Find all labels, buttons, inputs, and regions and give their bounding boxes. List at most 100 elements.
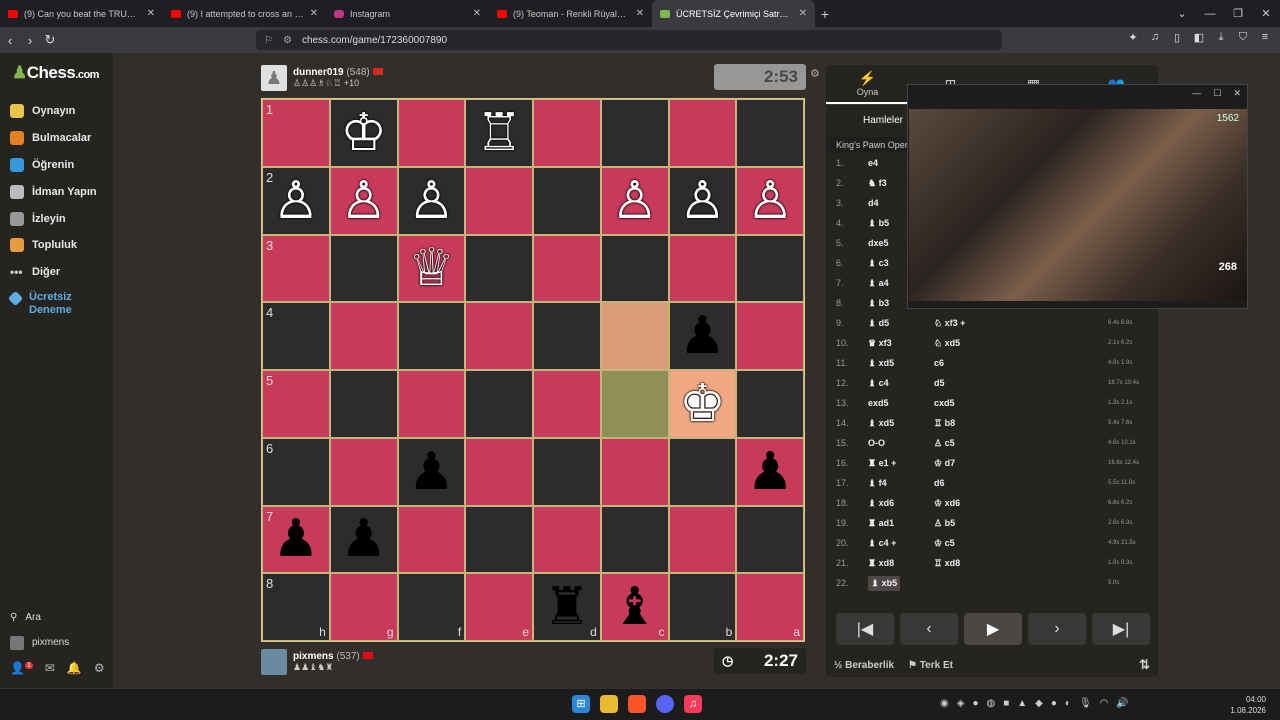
board-square[interactable]: 7 ♟ <box>262 505 330 574</box>
black-move[interactable]: ♔ xd6 <box>934 498 1014 509</box>
white-move[interactable]: ♝ xd6 <box>868 498 934 509</box>
white-move[interactable]: ♜ e1 + <box>868 458 934 469</box>
white-move[interactable]: O-O <box>868 438 934 448</box>
pip-video-window[interactable]: — ☐ ✕ 1562 268 <box>907 84 1248 309</box>
last-move-button[interactable]: ▶| <box>1092 613 1150 645</box>
board-square[interactable] <box>533 437 601 506</box>
tray-app-icon[interactable]: ◈ <box>957 698 965 709</box>
board-square[interactable]: g <box>329 573 398 641</box>
minimize-icon[interactable]: — <box>1196 8 1224 20</box>
board-square[interactable]: f <box>397 573 466 641</box>
board-square[interactable]: ♕ <box>397 234 466 303</box>
white-move[interactable]: ♛ xf3 <box>868 338 934 349</box>
board-square[interactable]: 8h <box>262 573 330 641</box>
close-icon[interactable]: ✕ <box>1252 7 1280 20</box>
maximize-icon[interactable]: ☐ <box>1213 85 1221 102</box>
white-piece[interactable]: ♙ <box>747 175 794 227</box>
tab-play[interactable]: ⚡ Oyna <box>826 65 909 104</box>
browser-tab[interactable]: (9) Can you beat the TRUE Skyblock?✕ <box>0 0 163 27</box>
close-icon[interactable]: ✕ <box>1233 85 1241 102</box>
board-square[interactable] <box>465 437 533 506</box>
wallet-icon[interactable]: ◧ <box>1192 31 1206 45</box>
sidebar-item-train[interactable]: İdman Yapın <box>10 178 110 205</box>
black-move[interactable]: d5 <box>934 378 1014 388</box>
sidebar-search[interactable]: ⚲ Ara <box>10 605 110 630</box>
back-icon[interactable]: ‹ <box>0 33 20 48</box>
board-square[interactable]: 5 <box>262 370 330 438</box>
board-square[interactable] <box>600 437 669 506</box>
black-move[interactable]: d6 <box>934 478 1014 488</box>
new-tab-button[interactable]: + <box>815 6 835 22</box>
browser-tab-active[interactable]: ÜCRETSİZ Çevrimiçi Satranç O...✕ <box>652 0 815 27</box>
board-square[interactable] <box>397 505 466 574</box>
white-piece[interactable]: ♖ <box>476 107 523 159</box>
board-square[interactable]: ♖ <box>465 99 533 167</box>
draw-button[interactable]: ½ Beraberlik <box>834 660 894 671</box>
forward-icon[interactable]: › <box>20 33 40 48</box>
board-square[interactable]: ♟ <box>736 437 804 506</box>
white-piece[interactable]: ♚ <box>679 378 726 430</box>
white-move[interactable]: exd5 <box>868 398 934 408</box>
board-square[interactable] <box>600 99 669 167</box>
black-move[interactable]: ♖ xd8 <box>934 558 1014 569</box>
black-move[interactable]: ♖ b8 <box>934 418 1014 429</box>
sidebar-item-puzzles[interactable]: Bulmacalar <box>10 125 110 152</box>
player-avatar[interactable] <box>261 649 287 675</box>
board-square[interactable]: d ♜ <box>533 573 601 641</box>
wifi-icon[interactable]: ◠ <box>1100 698 1109 709</box>
board-square[interactable] <box>600 302 669 370</box>
white-piece[interactable]: ♙ <box>679 175 726 227</box>
board-square[interactable]: 3 <box>262 234 330 303</box>
board-square[interactable]: ♙ <box>329 166 398 235</box>
board-square[interactable] <box>397 302 466 370</box>
board-square[interactable] <box>668 437 737 506</box>
music-icon[interactable]: ♫ <box>1148 31 1162 45</box>
sidebar-item-play[interactable]: Oynayın <box>10 98 110 125</box>
board-square[interactable]: 6 <box>262 437 330 506</box>
bookmark-icon[interactable]: ⚐ <box>264 35 273 46</box>
board-square[interactable] <box>736 302 804 370</box>
board-square[interactable]: a <box>736 573 804 641</box>
tray-app-icon[interactable]: ◍ <box>986 698 995 709</box>
black-piece[interactable]: ♟ <box>340 513 387 565</box>
file-explorer-icon[interactable] <box>600 695 618 713</box>
board-square[interactable] <box>668 505 737 574</box>
board-square[interactable]: 1 <box>262 99 330 167</box>
board-square[interactable] <box>736 234 804 303</box>
board-square[interactable]: c ♝ <box>600 573 669 641</box>
microphone-icon[interactable]: 🎙 <box>1079 698 1092 709</box>
board-square[interactable]: ♔ <box>329 99 398 167</box>
tray-app-icon[interactable]: ◉ <box>940 698 949 709</box>
volume-icon[interactable]: 🔊 <box>1116 698 1128 709</box>
discord-icon[interactable] <box>656 695 674 713</box>
chess-board[interactable]: 1 ♔ ♖ 2 ♙ ♙ ♙ ♙ ♙ ♙ 3 ♕ 4 ♟ 5 ♚ 6 ♟ ♟ 7 ♟ ♟ 8 h g f e d ♜ c ♝ b a <box>261 98 805 642</box>
taskbar-clock[interactable]: 04:00 1.08.2026 <box>1230 694 1266 716</box>
next-move-button[interactable]: › <box>1028 613 1086 645</box>
board-square[interactable]: ♟ <box>668 302 737 370</box>
close-icon[interactable]: ✕ <box>310 8 318 19</box>
white-move[interactable]: ♝ xd5 <box>868 358 934 369</box>
board-square[interactable]: ♙ <box>736 166 804 235</box>
board-square[interactable] <box>736 505 804 574</box>
close-icon[interactable]: ✕ <box>473 8 481 19</box>
board-square[interactable] <box>668 99 737 167</box>
board-square[interactable]: ♚ <box>668 370 737 438</box>
white-piece[interactable]: ♙ <box>408 175 455 227</box>
white-move[interactable]: ♜ ad1 <box>868 518 934 529</box>
black-move[interactable]: c6 <box>934 358 1014 368</box>
mail-icon[interactable]: ✉ <box>45 661 55 675</box>
board-square[interactable] <box>533 234 601 303</box>
board-square[interactable]: ♙ <box>600 166 669 235</box>
black-move[interactable]: ♙ b5 <box>934 518 1014 529</box>
black-piece[interactable]: ♟ <box>679 310 726 362</box>
download-icon[interactable]: ⤓ <box>1214 31 1228 45</box>
board-square[interactable]: e <box>465 573 533 641</box>
board-square[interactable] <box>668 234 737 303</box>
sidebar-item-free-trial[interactable]: Ücretsiz Deneme <box>7 290 110 318</box>
board-square[interactable]: ♟ <box>329 505 398 574</box>
white-piece[interactable]: ♔ <box>340 107 387 159</box>
white-move[interactable]: ♝ c4 + <box>868 538 934 549</box>
music-app-icon[interactable]: ♫ <box>684 695 702 713</box>
first-move-button[interactable]: |◀ <box>836 613 894 645</box>
tray-app-icon[interactable]: ● <box>972 698 978 709</box>
